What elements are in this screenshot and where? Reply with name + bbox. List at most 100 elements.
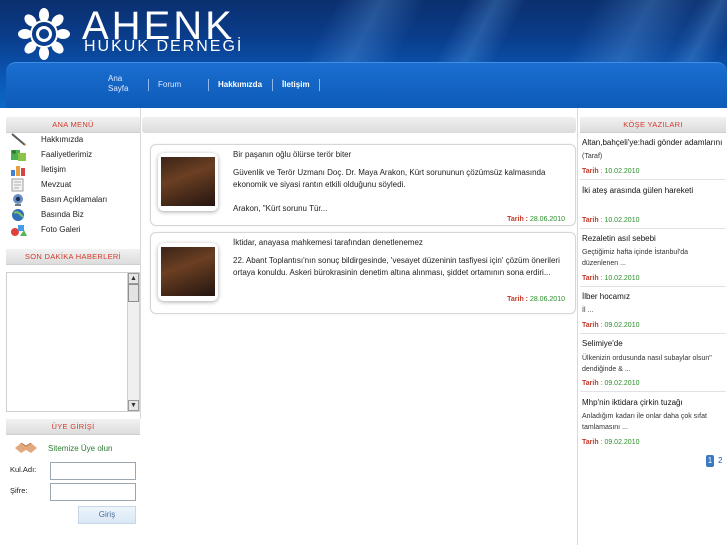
username-label: Kul.Adı: (10, 465, 37, 474)
column-title[interactable]: Selimiye'de (582, 339, 623, 348)
article-card[interactable]: Bir paşanın oğlu ölürse terör biter Güve… (150, 144, 576, 226)
page-link-1[interactable]: 1 (706, 455, 714, 467)
logo-flower-icon[interactable] (16, 6, 72, 62)
menu-item-photo-gallery[interactable]: Foto Galeri (10, 223, 138, 238)
article-date: Tarih : 28.06.2010 (507, 216, 565, 223)
document-icon (11, 178, 24, 192)
handshake-icon (15, 442, 37, 453)
menu-item-contact[interactable]: İletişim (10, 163, 138, 178)
menu-item-label: Basın Açıklamaları (41, 195, 108, 204)
password-input[interactable] (50, 483, 136, 501)
article-thumbnail[interactable] (158, 243, 218, 301)
news-scrollbar[interactable]: ▲ ▼ (127, 273, 139, 411)
column-date-label: Tarih (582, 217, 599, 224)
nav-forum[interactable]: Forum (158, 80, 181, 90)
column-date-value: 09.02.2010 (604, 380, 640, 387)
menu-item-label: Faaliyetlerimiz (41, 150, 93, 159)
column-date-label: Tarih (582, 168, 599, 175)
scroll-thumb[interactable] (128, 284, 139, 302)
column-title[interactable]: Altan,bahçeli'ye:hadi gönder adamlarını (582, 138, 722, 147)
menu-item-label: Basında Biz (41, 210, 84, 219)
article-thumbnail[interactable] (158, 153, 218, 211)
scroll-up-button[interactable]: ▲ (128, 273, 139, 284)
webcam-icon (13, 194, 23, 206)
page-link-2[interactable]: 2 (716, 455, 724, 467)
column-date-value: 09.02.2010 (604, 322, 640, 329)
password-label: Şifre: (10, 486, 28, 495)
globe-icon (12, 209, 24, 221)
column-date-label: Tarih (582, 439, 599, 446)
nav-separator (272, 79, 273, 91)
article-card[interactable]: İktidar, anayasa mahkemesi tarafından de… (150, 232, 576, 314)
menu-item-legislation[interactable]: Mevzuat (10, 178, 138, 193)
article-date-value: 28.06.2010 (529, 296, 565, 303)
menu-item-activities[interactable]: Faaliyetlerimiz (10, 148, 138, 163)
column-summary: Anladığım kadarı ile onlar daha çok sıfa… (582, 413, 707, 431)
menu-item-label: İletişim (41, 165, 66, 174)
username-input[interactable] (50, 462, 136, 480)
column-summary: Geçtiğimiz hafta içinde İstanbul'da düze… (582, 249, 689, 267)
column-date-label: Tarih (582, 322, 599, 329)
nav-contact[interactable]: İletişim (282, 80, 310, 90)
column-summary: Ülkenizin ordusunda nasıl subaylar olsun… (582, 355, 712, 373)
chart-icon (11, 166, 25, 176)
content-header-bar (142, 117, 576, 133)
nav-home[interactable]: Ana Sayfa (108, 74, 128, 94)
pagination: 1 2 (706, 455, 724, 467)
menu-item-in-press[interactable]: Basında Biz (10, 208, 138, 223)
register-link[interactable]: Sitemize Üye olun (48, 444, 112, 453)
column-date-value: 10.02.2010 (604, 168, 640, 175)
nav-about[interactable]: Hakkımızda (218, 80, 262, 90)
article-title[interactable]: Bir paşanın oğlu ölürse terör biter (233, 150, 351, 159)
column-divider (580, 391, 726, 392)
nav-home-line1: Ana (108, 74, 123, 83)
menu-item-press-releases[interactable]: Basın Açıklamaları (10, 193, 138, 208)
article-summary: Güvenlik ve Terör Uzmanı Doç. Dr. Maya A… (233, 168, 546, 189)
column-summary: (Taraf) (582, 153, 603, 160)
login-button[interactable]: Giriş (78, 506, 136, 524)
column-date: Tarih : 09.02.2010 (582, 439, 640, 446)
breaking-news-title: SON DAKİKA HABERLERİ (6, 249, 140, 265)
column-date: Tarih : 10.02.2010 (582, 275, 640, 282)
column-divider (580, 333, 726, 334)
column-date-label: Tarih (582, 275, 599, 282)
nav-home-line2: Sayfa (108, 84, 129, 93)
breaking-news-box[interactable]: ▲ ▼ (6, 272, 140, 412)
shapes-icon (11, 225, 27, 236)
pencil-icon (11, 133, 27, 146)
article-title[interactable]: İktidar, anayasa mahkemesi tarafından de… (233, 238, 423, 247)
column-date-value: 09.02.2010 (604, 439, 640, 446)
column-date-value: 10.02.2010 (604, 217, 640, 224)
column-title[interactable]: Mhp'nin iktidara çirkin tuzağı (582, 398, 683, 407)
site-header: AHENK HUKUK DERNEĞİ Ana Sayfa Forum Hakk… (0, 0, 727, 108)
column-title[interactable]: Rezaletin asıl sebebi (582, 234, 656, 243)
site-subtitle: HUKUK DERNEĞİ (84, 38, 244, 55)
article-summary-continued: Arakon, "Kürt sorunu Tür... (233, 204, 328, 213)
column-divider (580, 286, 726, 287)
nav-separator (148, 79, 149, 91)
gavel-image (161, 157, 215, 206)
columns-title: KÖŞE YAZILARI (580, 117, 726, 133)
menu-item-about[interactable]: Hakkımızda (10, 133, 138, 148)
nav-separator (208, 79, 209, 91)
menu-item-label: Mevzuat (41, 180, 72, 189)
column-date: Tarih : 10.02.2010 (582, 168, 640, 175)
column-date: Tarih : 10.02.2010 (582, 217, 640, 224)
column-divider (580, 228, 726, 229)
main-navbar: Ana Sayfa Forum Hakkımızda İletişim (6, 62, 727, 108)
gavel-image (161, 247, 215, 296)
article-date-label: Tarih : (507, 216, 528, 223)
menu-item-label: Hakkımızda (41, 135, 84, 144)
column-date: Tarih : 09.02.2010 (582, 380, 640, 387)
column-title[interactable]: İki ateş arasında gülen hareketi (582, 186, 693, 195)
article-date: Tarih : 28.06.2010 (507, 296, 565, 303)
member-login-panel: ÜYE GİRİŞİ Sitemize Üye olun Kul.Adı: Şi… (0, 419, 141, 545)
scroll-down-button[interactable]: ▼ (128, 400, 139, 411)
menu-item-label: Foto Galeri (41, 225, 81, 234)
column-date-value: 10.02.2010 (604, 275, 640, 282)
nav-separator (319, 79, 320, 91)
column-title[interactable]: İlber hocamız (582, 292, 630, 301)
article-date-label: Tarih : (507, 296, 528, 303)
tools-icon (11, 150, 26, 161)
main-content: Bir paşanın oğlu ölürse terör biter Güve… (142, 108, 576, 545)
